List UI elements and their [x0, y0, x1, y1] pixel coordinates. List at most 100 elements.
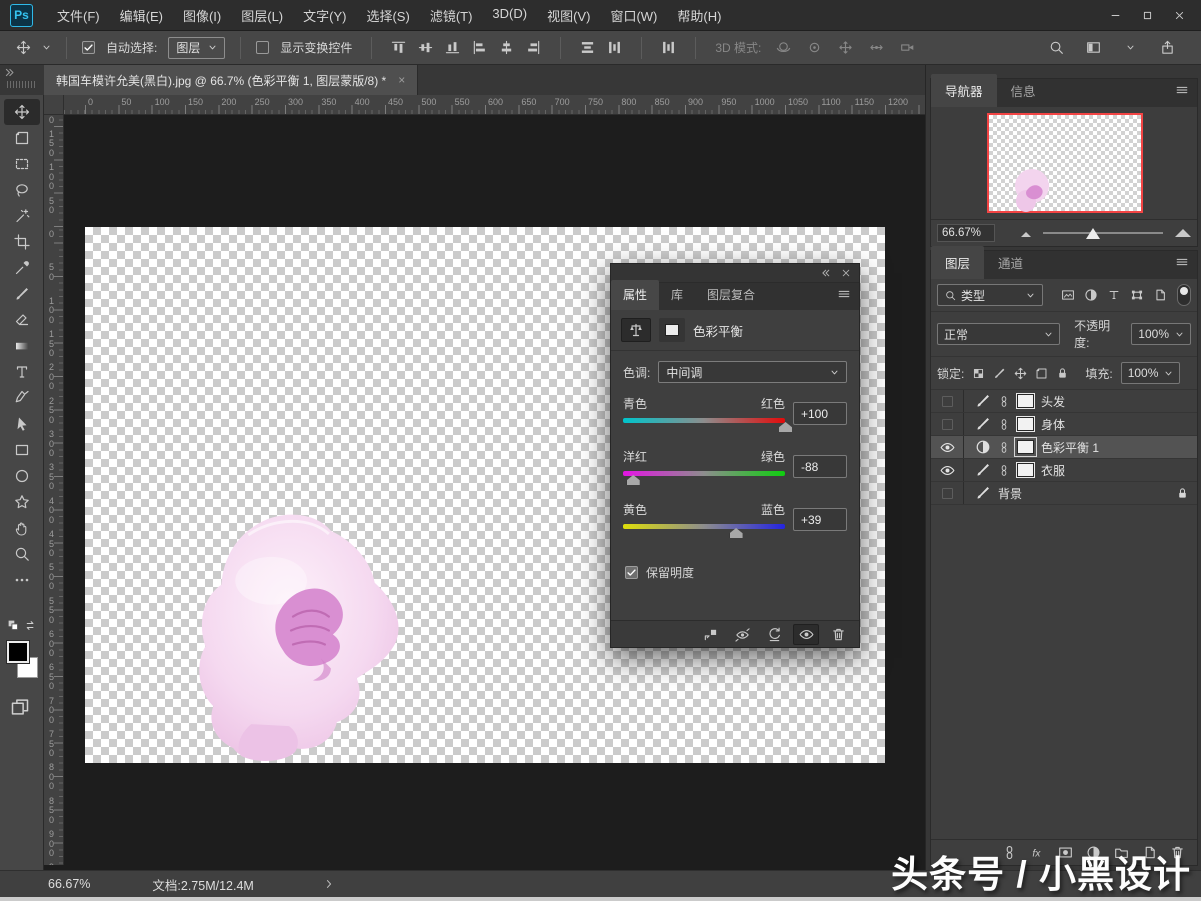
tone-dropdown[interactable]: 中间调 — [658, 361, 847, 383]
layer-row-2[interactable]: 色彩平衡 1 — [931, 436, 1197, 459]
default-colors-icon[interactable] — [7, 619, 20, 632]
align-vcenter-icon[interactable] — [414, 36, 437, 59]
menu-item-10[interactable]: 帮助(H) — [667, 6, 731, 25]
expand-panel-icon[interactable] — [4, 67, 15, 78]
navigator-view-box[interactable] — [987, 113, 1143, 213]
menu-item-2[interactable]: 图像(I) — [173, 6, 231, 25]
min-window-button[interactable] — [1099, 4, 1131, 26]
navigator-zoom-slider[interactable] — [1043, 232, 1163, 234]
menu-item-3[interactable]: 图层(L) — [231, 6, 293, 25]
collapse-panel-icon[interactable] — [821, 268, 831, 278]
preveye-icon[interactable] — [729, 624, 755, 645]
tool-path-select[interactable] — [4, 411, 40, 437]
menu-item-1[interactable]: 编辑(E) — [110, 6, 173, 25]
pixel-filter-icon[interactable] — [1061, 288, 1075, 302]
eye-icon[interactable] — [793, 624, 819, 645]
menu-item-5[interactable]: 选择(S) — [356, 6, 419, 25]
zoom-slider-thumb[interactable] — [1086, 228, 1100, 239]
tab-info[interactable]: 信息 — [997, 74, 1050, 107]
layer-row-1[interactable]: 身体 — [931, 413, 1197, 436]
layer-mask-thumbnail[interactable] — [1017, 394, 1034, 408]
panel-menu-icon[interactable] — [1175, 83, 1189, 100]
preserve-luminosity-checkbox[interactable] — [625, 566, 638, 579]
swap-colors-icon[interactable] — [24, 619, 37, 632]
smart-filter-icon[interactable] — [1153, 288, 1167, 302]
auto-select-target-dropdown[interactable]: 图层 — [168, 37, 225, 59]
align-left-icon[interactable] — [468, 36, 491, 59]
dist-h-icon[interactable] — [603, 36, 626, 59]
tool-magic-wand[interactable] — [4, 203, 40, 229]
slider-thumb[interactable] — [779, 422, 792, 432]
slider-track[interactable] — [623, 471, 785, 476]
layer-visibility-toggle[interactable] — [931, 436, 964, 458]
slider-track[interactable] — [623, 524, 785, 529]
workspace-icon[interactable] — [1082, 36, 1105, 59]
close-panel-icon[interactable] — [841, 268, 851, 278]
tab-layer-comps[interactable]: 图层复合 — [695, 280, 767, 310]
tool-move[interactable] — [4, 99, 40, 125]
slider-thumb[interactable] — [730, 528, 743, 538]
chev-icon[interactable] — [1119, 36, 1142, 59]
slider-track[interactable] — [623, 418, 785, 423]
tool-zoom[interactable] — [4, 541, 40, 567]
align-hcenter-icon[interactable] — [495, 36, 518, 59]
zoom-in-icon[interactable] — [1175, 226, 1191, 240]
search-icon[interactable] — [1045, 36, 1068, 59]
tool-preset-chevron-icon[interactable] — [42, 43, 51, 52]
type-filter-icon[interactable] — [1107, 288, 1121, 302]
lock-lockk-icon[interactable] — [1056, 367, 1069, 380]
close-tab-icon[interactable]: × — [398, 73, 405, 87]
layer-mask-chip-icon[interactable] — [659, 318, 685, 342]
tab-layers[interactable]: 图层 — [931, 246, 984, 279]
lock-checker-icon[interactable] — [972, 367, 985, 380]
shape-filter-icon[interactable] — [1130, 288, 1144, 302]
slider-value-input[interactable]: +100 — [793, 402, 847, 425]
slider-value-input[interactable]: +39 — [793, 508, 847, 531]
menu-item-0[interactable]: 文件(F) — [47, 6, 110, 25]
show-transform-checkbox[interactable] — [256, 41, 269, 54]
slider-thumb[interactable] — [627, 475, 640, 485]
vertical-ruler[interactable]: 2 0 01 5 01 0 05 005 01 0 01 5 02 0 02 5… — [44, 115, 64, 865]
menu-item-6[interactable]: 滤镜(T) — [420, 6, 483, 25]
align-bottom-icon[interactable] — [441, 36, 464, 59]
tab-channels[interactable]: 通道 — [984, 246, 1037, 279]
tool-type[interactable] — [4, 359, 40, 385]
align-right-icon[interactable] — [522, 36, 545, 59]
trash-icon[interactable] — [825, 624, 851, 645]
move-tool-icon[interactable] — [12, 36, 35, 59]
lock-artboard-icon[interactable] — [1035, 367, 1048, 380]
tool-hand[interactable] — [4, 515, 40, 541]
tool-lasso[interactable] — [4, 177, 40, 203]
zoom-out-icon[interactable] — [1021, 226, 1031, 240]
lock-brush-icon[interactable] — [993, 367, 1006, 380]
ruler-origin-box[interactable] — [44, 95, 64, 115]
auto-select-checkbox[interactable] — [82, 41, 95, 54]
max-window-button[interactable] — [1131, 4, 1163, 26]
panel-menu-icon[interactable] — [837, 287, 851, 304]
tool-gradient[interactable] — [4, 333, 40, 359]
dist-space-icon[interactable] — [657, 36, 680, 59]
tool-marquee[interactable] — [4, 151, 40, 177]
dist-v-icon[interactable] — [576, 36, 599, 59]
horizontal-ruler[interactable]: 0501001502002503003504004505005506006507… — [64, 95, 925, 115]
lock-move-icon[interactable] — [1014, 367, 1027, 380]
tab-properties[interactable]: 属性 — [611, 280, 659, 310]
fill-input[interactable]: 100% — [1121, 362, 1181, 384]
tool-eyedropper[interactable] — [4, 255, 40, 281]
toolbar-grip[interactable] — [7, 81, 35, 88]
filter-type-dropdown[interactable]: 类型 — [937, 284, 1043, 306]
menu-item-9[interactable]: 窗口(W) — [600, 6, 667, 25]
menu-item-7[interactable]: 3D(D) — [482, 6, 537, 25]
layer-mask-thumbnail[interactable] — [1017, 440, 1034, 454]
layer-visibility-toggle[interactable] — [931, 413, 964, 435]
navigator-zoom-input[interactable]: 66.67% — [937, 224, 995, 242]
layer-visibility-toggle[interactable] — [931, 459, 964, 481]
panel-menu-icon[interactable] — [1175, 255, 1189, 272]
filter-toggle-switch[interactable] — [1177, 284, 1191, 306]
tab-navigator[interactable]: 导航器 — [931, 74, 997, 107]
layer-mask-thumbnail[interactable] — [1017, 417, 1034, 431]
layer-row-0[interactable]: 头发 — [931, 390, 1197, 413]
tool-artboard[interactable] — [4, 125, 40, 151]
layer-row-4[interactable]: 背景 — [931, 482, 1197, 505]
reset-icon[interactable] — [761, 624, 787, 645]
